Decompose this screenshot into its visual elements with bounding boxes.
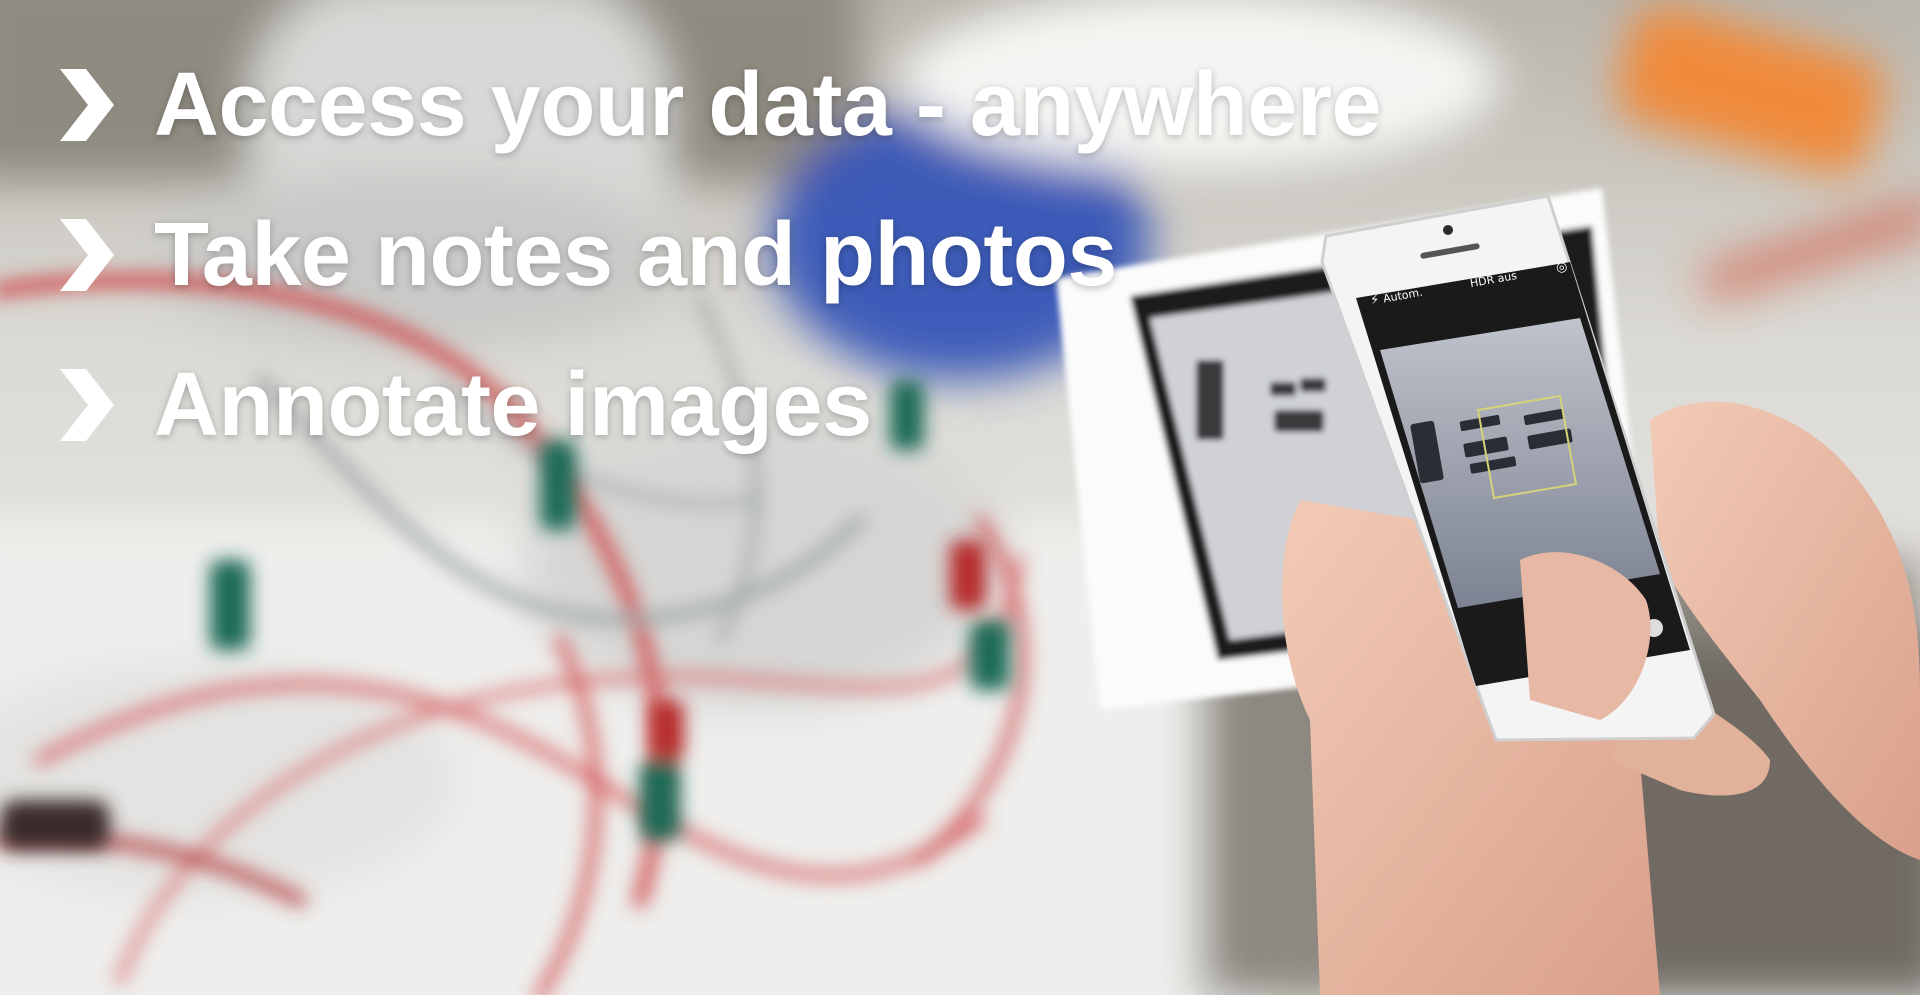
chevron-right-icon: [60, 219, 114, 291]
feature-list: Access your data - anywhere Take notes a…: [56, 30, 1456, 480]
feature-item: Annotate images: [56, 330, 1456, 480]
hdr-label: HDR aus: [1468, 268, 1518, 290]
feature-item: Access your data - anywhere: [56, 30, 1456, 180]
chevron-right-icon: [60, 369, 114, 441]
feature-item: Take notes and photos: [56, 180, 1456, 330]
slide: ⚡ Autom. HDR aus ◎ Access your data - an…: [0, 0, 1920, 995]
chevron-right-icon: [60, 69, 114, 141]
feature-item-text: Take notes and photos: [154, 204, 1117, 305]
feature-item-text: Access your data - anywhere: [154, 54, 1382, 155]
camera-switch-icon: ◎: [1554, 258, 1569, 276]
feature-item-text: Annotate images: [154, 354, 872, 455]
